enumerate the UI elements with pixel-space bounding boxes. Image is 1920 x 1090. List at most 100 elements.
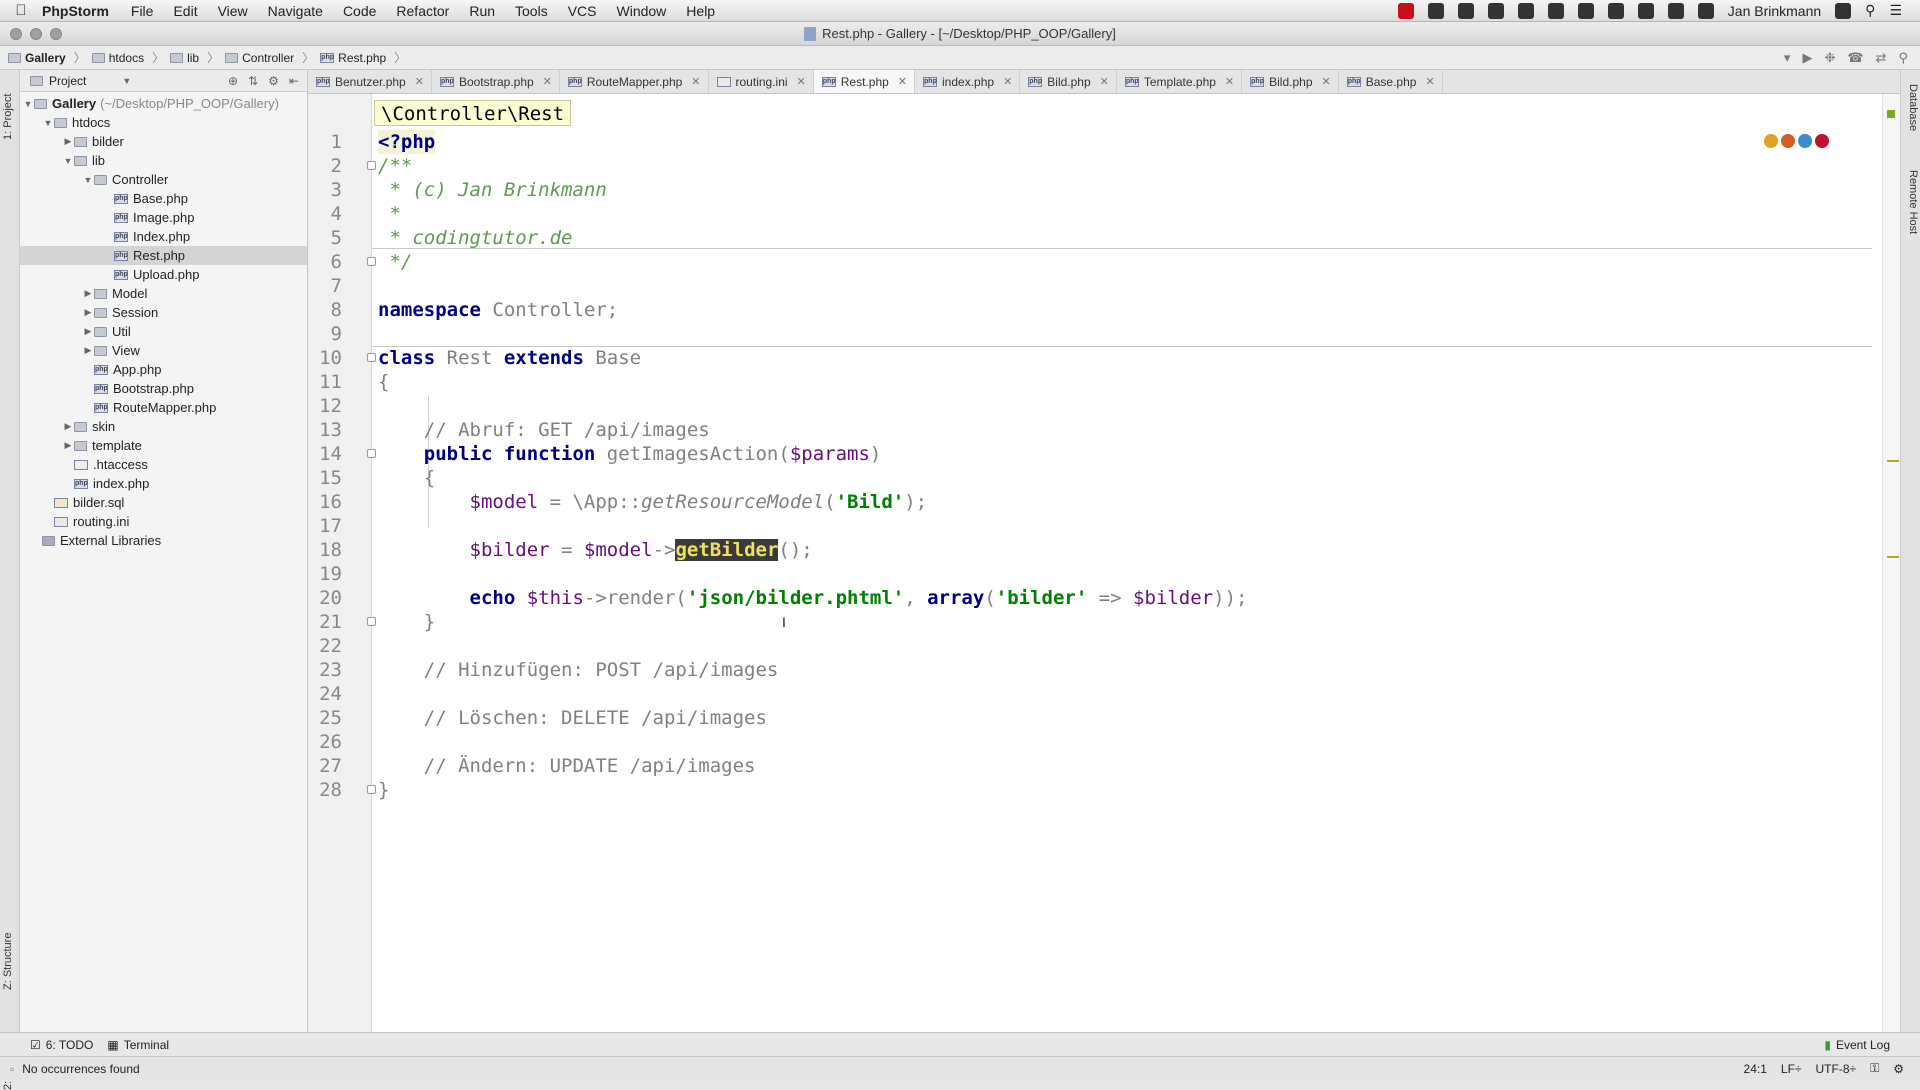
close-tab-icon[interactable]: ✕ — [797, 75, 806, 88]
notification-center-icon[interactable]: ☰ — [1889, 2, 1902, 19]
collapsed-arrow-icon[interactable]: ▶ — [62, 440, 74, 451]
volume-icon[interactable] — [1637, 2, 1654, 19]
close-tab-icon[interactable]: ✕ — [1322, 75, 1331, 88]
tree-item-bilder-sql[interactable]: bilder.sql — [20, 493, 307, 512]
caret-position[interactable]: 24:1 — [1744, 1062, 1767, 1076]
close-window-button[interactable] — [10, 28, 22, 40]
expanded-arrow-icon[interactable]: ▼ — [22, 99, 34, 109]
menu-help[interactable]: Help — [686, 3, 715, 19]
namespace-breadcrumb[interactable]: \Controller\Rest — [374, 100, 572, 126]
collapsed-arrow-icon[interactable]: ▶ — [82, 326, 94, 337]
leaf-icon[interactable] — [1457, 2, 1474, 19]
plus-icon[interactable] — [1547, 2, 1564, 19]
breadcrumb-controller[interactable]: Controller 〉 — [225, 49, 314, 66]
record-icon[interactable] — [1397, 2, 1414, 19]
collapse-all-icon[interactable]: ⇅ — [248, 74, 258, 88]
tree-item-upload-php[interactable]: php Upload.php — [20, 265, 307, 284]
evernote-icon[interactable] — [1517, 2, 1534, 19]
tab-bild-php[interactable]: php Bild.php ✕ — [1020, 70, 1117, 93]
collapsed-arrow-icon[interactable]: ▶ — [82, 307, 94, 318]
breadcrumb-htdocs[interactable]: htdocs 〉 — [91, 49, 164, 66]
user-icon[interactable] — [1835, 2, 1852, 19]
fold-marker[interactable] — [367, 353, 376, 362]
menu-file[interactable]: File — [131, 3, 154, 19]
tab-routing-ini[interactable]: routing.ini ✕ — [709, 70, 814, 93]
listen-debug-icon[interactable]: ☎ — [1847, 50, 1863, 66]
tab-index-php[interactable]: php index.php ✕ — [915, 70, 1021, 93]
project-tool-tab[interactable]: 1: Project — [2, 94, 14, 140]
file-encoding[interactable]: UTF-8÷ — [1816, 1062, 1857, 1076]
event-log-button[interactable]: ▮ Event Log — [1824, 1038, 1890, 1052]
close-tab-icon[interactable]: ✕ — [415, 75, 424, 88]
tree-root-gallery[interactable]: ▼ Gallery (~/Desktop/PHP_OOP/Gallery) — [20, 94, 307, 113]
run-config-dropdown[interactable]: ▾ — [1784, 50, 1791, 66]
collapsed-arrow-icon[interactable]: ▶ — [62, 421, 74, 432]
breadcrumb-lib[interactable]: lib 〉 — [170, 49, 219, 66]
tab-template-php[interactable]: php Template.php ✕ — [1117, 70, 1243, 93]
tab-bild-php-2[interactable]: php Bild.php ✕ — [1242, 70, 1339, 93]
remote-host-tool-tab[interactable]: Remote Host — [1907, 170, 1919, 234]
tree-item-session[interactable]: ▶ Session — [20, 303, 307, 322]
tab-base-php[interactable]: php Base.php ✕ — [1339, 70, 1443, 93]
debug-icon[interactable]: ❉ — [1824, 50, 1835, 66]
time-machine-icon[interactable] — [1697, 2, 1714, 19]
menu-vcs[interactable]: VCS — [568, 3, 597, 19]
tree-item-external-libraries[interactable]: External Libraries — [20, 531, 307, 550]
tree-item-skin[interactable]: ▶ skin — [20, 417, 307, 436]
code-editor[interactable]: \Controller\Rest 1 <?php 2/** 3 * (c) Jan… — [308, 94, 1900, 1032]
fold-marker[interactable] — [367, 785, 376, 794]
fold-marker[interactable] — [367, 449, 376, 458]
tab-rest-php[interactable]: php Rest.php ✕ — [813, 70, 916, 93]
tab-bootstrap-php[interactable]: php Bootstrap.php ✕ — [432, 70, 560, 93]
warning-marker[interactable] — [1887, 460, 1899, 462]
minimize-window-button[interactable] — [30, 28, 42, 40]
terminal-tool-button[interactable]: ▦ Terminal — [107, 1038, 169, 1052]
app-menu[interactable]: PhpStorm — [42, 3, 109, 19]
expanded-arrow-icon[interactable]: ▼ — [42, 118, 54, 128]
close-tab-icon[interactable]: ✕ — [691, 75, 700, 88]
breadcrumb-rest-php[interactable]: php Rest.php 〉 — [320, 49, 406, 66]
run-icon[interactable]: ▶ — [1802, 50, 1812, 66]
highlighted-symbol[interactable]: getBilder — [675, 539, 779, 561]
warning-marker[interactable] — [1887, 556, 1899, 558]
zoom-window-button[interactable] — [50, 28, 62, 40]
expanded-arrow-icon[interactable]: ▼ — [82, 175, 94, 185]
tree-item-rest-php[interactable]: php Rest.php — [20, 246, 307, 265]
menu-run[interactable]: Run — [469, 3, 495, 19]
sync-icon[interactable]: ⇄ — [1876, 50, 1887, 66]
tree-item-htdocs[interactable]: ▼ htdocs — [20, 113, 307, 132]
spotlight-icon[interactable]: ⚲ — [1865, 2, 1875, 19]
tree-item-index-php-root[interactable]: php index.php — [20, 474, 307, 493]
menu-edit[interactable]: Edit — [173, 3, 197, 19]
menu-code[interactable]: Code — [343, 3, 376, 19]
line-separator[interactable]: LF÷ — [1781, 1062, 1802, 1076]
tab-routemapper-php[interactable]: php RouteMapper.php ✕ — [560, 70, 709, 93]
tree-item-model[interactable]: ▶ Model — [20, 284, 307, 303]
tree-item-util[interactable]: ▶ Util — [20, 322, 307, 341]
fold-marker[interactable] — [367, 257, 376, 266]
breadcrumb-gallery[interactable]: Gallery 〉 — [8, 49, 86, 66]
todo-tool-button[interactable]: ☑ 6: TODO — [30, 1038, 93, 1052]
lock-icon[interactable]: ⚿ — [1870, 1061, 1879, 1076]
user-name[interactable]: Jan Brinkmann — [1728, 3, 1821, 19]
inspection-level-icon[interactable]: ⚙ — [1893, 1062, 1904, 1076]
tree-item-app-php[interactable]: php App.php — [20, 360, 307, 379]
error-stripe[interactable] — [1882, 94, 1900, 1032]
menu-window[interactable]: Window — [617, 3, 667, 19]
tree-item-lib[interactable]: ▼ lib — [20, 151, 307, 170]
tree-item-template[interactable]: ▶ template — [20, 436, 307, 455]
settings-gear-icon[interactable]: ⚙ — [268, 74, 279, 88]
database-tool-tab[interactable]: Database — [1907, 84, 1919, 131]
collapsed-arrow-icon[interactable]: ▶ — [82, 345, 94, 356]
apple-icon[interactable]:  — [0, 2, 42, 19]
project-view-selector[interactable]: Project — [49, 74, 86, 88]
close-tab-icon[interactable]: ✕ — [1425, 75, 1434, 88]
tree-item-base-php[interactable]: php Base.php — [20, 189, 307, 208]
menu-refactor[interactable]: Refactor — [396, 3, 449, 19]
menu-tools[interactable]: Tools — [515, 3, 548, 19]
tree-item-bootstrap-php[interactable]: php Bootstrap.php — [20, 379, 307, 398]
fold-marker[interactable] — [367, 617, 376, 626]
tool-windows-toggle-icon[interactable]: ▫ — [10, 1062, 14, 1076]
bookmark-icon[interactable] — [1607, 2, 1624, 19]
fold-marker[interactable] — [367, 161, 376, 170]
